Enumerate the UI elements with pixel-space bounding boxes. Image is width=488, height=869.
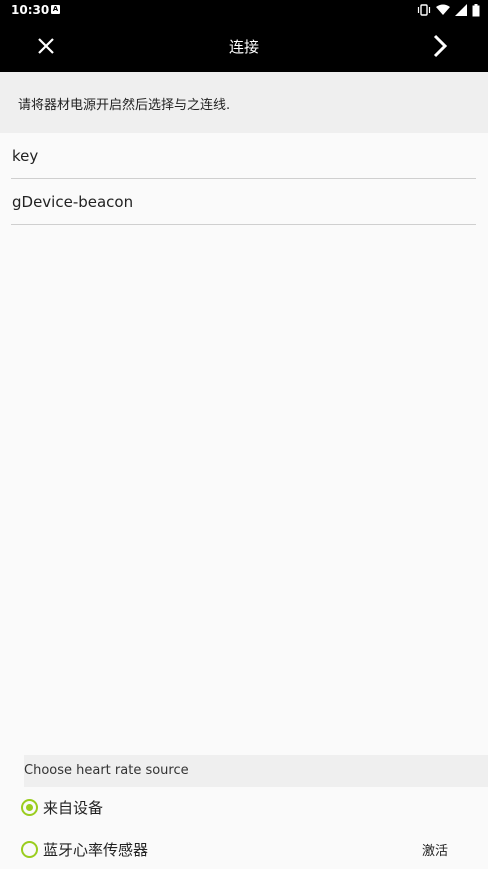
radio-button-from-device[interactable] (21, 799, 38, 816)
status-time: 10:30 (11, 3, 50, 17)
radio-label-bluetooth-sensor[interactable]: 蓝牙心率传感器 (43, 839, 148, 860)
device-name: gDevice-beacon (12, 193, 134, 211)
radio-label-from-device[interactable]: 来自设备 (43, 797, 103, 818)
heart-rate-header-label: Choose heart rate source (24, 763, 189, 778)
signal-icon (455, 4, 467, 16)
device-item-gdevice-beacon[interactable]: gDevice-beacon (11, 179, 476, 225)
next-button[interactable] (424, 30, 456, 62)
toolbar: 连接 (0, 20, 488, 72)
battery-icon (472, 3, 480, 16)
device-name: key (12, 147, 39, 165)
vibrate-icon (417, 4, 431, 16)
chevron-right-icon (433, 34, 448, 58)
heart-rate-option-device[interactable]: 来自设备 (20, 792, 488, 822)
status-bar: 10:30 A (0, 0, 488, 20)
status-icons (417, 3, 480, 17)
device-item-key[interactable]: key (11, 133, 476, 179)
page-title: 连接 (228, 38, 259, 56)
heart-rate-option-bluetooth[interactable]: 蓝牙心率传感器 激活 (20, 834, 488, 864)
activate-button[interactable]: 激活 (422, 840, 448, 859)
device-list: key gDevice-beacon (11, 133, 476, 225)
radio-button-bluetooth-sensor[interactable] (21, 841, 38, 858)
instruction-text: 请将器材电源开启然后选择与之连线. (18, 98, 231, 113)
heart-rate-header: Choose heart rate source (24, 755, 488, 787)
wifi-icon (436, 4, 450, 15)
instruction-bar: 请将器材电源开启然后选择与之连线. (0, 72, 488, 133)
notification-icon: A (51, 5, 60, 14)
